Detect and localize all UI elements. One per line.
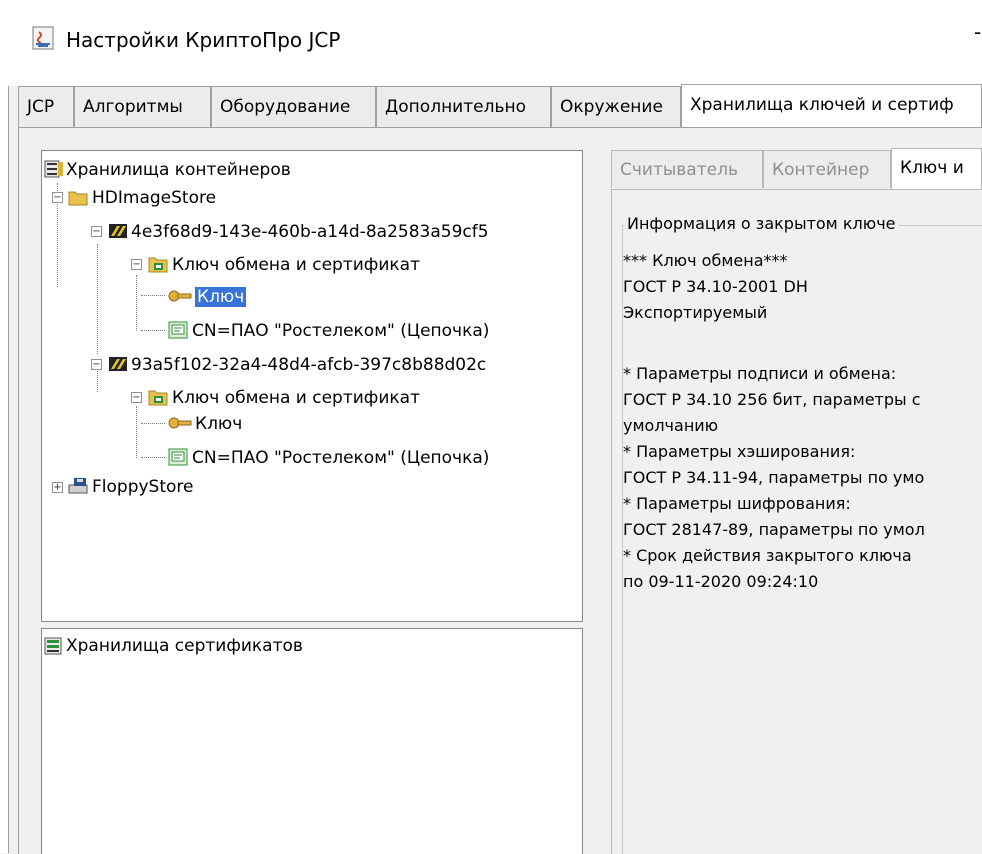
info-line: Экспортируемый — [623, 303, 768, 322]
tree-node-key-2[interactable]: Ключ — [195, 411, 242, 437]
container-stores-icon — [44, 160, 63, 178]
tree-connector — [136, 275, 137, 331]
tab-container[interactable]: Контейнер — [763, 150, 891, 188]
tree-connector — [141, 330, 165, 331]
title-bar: Настройки КриптоПро JCP - — [8, 0, 982, 86]
tree-node-certificate-1[interactable]: CN=ПАО "Ростелеком" (Цепочка) — [192, 318, 489, 344]
collapse-icon[interactable]: − — [131, 392, 142, 403]
info-line: *** Ключ обмена*** — [623, 251, 788, 270]
info-line: ГОСТ Р 34.10 256 бит, параметры с — [623, 390, 921, 409]
floppy-drive-icon — [68, 478, 88, 494]
selected-key-label: Ключ — [195, 287, 247, 307]
tab-advanced[interactable]: Дополнительно — [376, 86, 551, 127]
tab-reader[interactable]: Считыватель — [611, 150, 763, 188]
minimize-button[interactable]: - — [974, 20, 981, 44]
tree-node-key-1[interactable]: Ключ — [195, 284, 247, 310]
tree-node-container-1[interactable]: 4e3f68d9-143e-460b-a14d-8a2583a59cf5 — [131, 219, 489, 245]
tree-node-hdimagestore[interactable]: HDImageStore — [92, 185, 216, 211]
key-icon — [168, 290, 192, 302]
tree-connector — [97, 244, 98, 354]
collapse-icon[interactable]: − — [131, 259, 142, 270]
folder-icon — [68, 191, 88, 206]
info-line: умолчанию — [623, 416, 719, 435]
info-line: * Параметры хэширования: — [623, 442, 856, 461]
certificate-icon — [168, 448, 188, 466]
tree-node-key-pair-1[interactable]: Ключ обмена и сертификат — [172, 252, 420, 278]
info-line: * Параметры подписи и обмена: — [623, 364, 897, 383]
info-line: ГОСТ Р 34.11-94, параметры по умо — [623, 468, 925, 487]
java-app-icon — [32, 26, 54, 50]
tree-connector — [141, 457, 165, 458]
certificate-icon — [168, 321, 188, 339]
tree-node-floppystore[interactable]: FloppyStore — [92, 474, 193, 500]
certificate-stores-icon — [44, 637, 62, 655]
key-pair-icon — [148, 390, 168, 406]
tree-node-certificate-2[interactable]: CN=ПАО "Ростелеком" (Цепочка) — [192, 445, 489, 471]
info-line: * Срок действия закрытого ключа — [623, 546, 912, 565]
main-tab-strip: JCP Алгоритмы Оборудование Дополнительно… — [18, 84, 982, 128]
container-icon — [109, 357, 127, 371]
tree-connector — [141, 423, 165, 424]
info-line: по 09-11-2020 09:24:10 — [623, 572, 819, 591]
certificate-tree[interactable] — [41, 628, 583, 854]
key-icon — [168, 417, 192, 429]
tab-environment[interactable]: Окружение — [551, 86, 681, 127]
tree-connector — [97, 368, 98, 392]
tree-root-containers[interactable]: Хранилища контейнеров — [66, 157, 291, 183]
tab-algorithms[interactable]: Алгоритмы — [74, 86, 211, 127]
info-line: ГОСТ Р 34.10-2001 DH — [623, 277, 808, 296]
tab-jcp[interactable]: JCP — [18, 86, 74, 127]
tree-connector — [136, 406, 137, 458]
expand-icon[interactable]: + — [52, 482, 63, 493]
collapse-icon[interactable]: − — [91, 359, 102, 370]
tab-hardware[interactable]: Оборудование — [211, 86, 376, 127]
tab-key-and-cert[interactable]: Ключ и — [891, 148, 982, 190]
left-window-edge — [0, 0, 9, 853]
tree-node-key-pair-2[interactable]: Ключ обмена и сертификат — [172, 385, 420, 411]
tree-root-certificates[interactable]: Хранилища сертификатов — [66, 633, 303, 659]
tree-node-container-2[interactable]: 93a5f102-32a4-48d4-afcb-397c8b88d02c — [131, 352, 486, 378]
inner-tab-strip: Считыватель Контейнер Ключ и — [611, 148, 982, 190]
private-key-info-title: Информация о закрытом ключе — [624, 214, 899, 233]
tree-connector — [141, 295, 165, 296]
info-line: * Параметры шифрования: — [623, 494, 851, 513]
container-icon — [109, 224, 127, 238]
collapse-icon[interactable]: − — [52, 192, 63, 203]
key-pair-icon — [148, 257, 168, 273]
window-title: Настройки КриптоПро JCP — [66, 28, 341, 52]
collapse-icon[interactable]: − — [91, 226, 102, 237]
tab-key-stores[interactable]: Хранилища ключей и сертиф — [681, 84, 982, 128]
info-line: ГОСТ 28147-89, параметры по умол — [623, 520, 925, 539]
